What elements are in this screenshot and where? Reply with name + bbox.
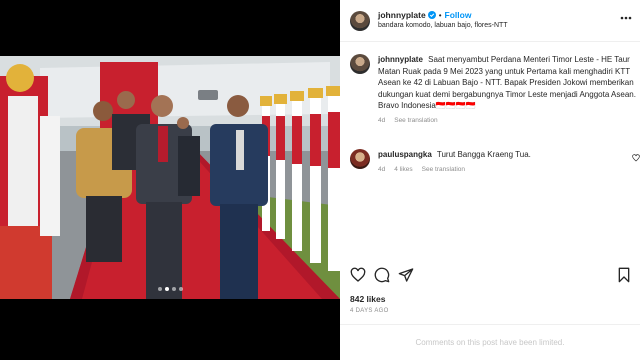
carousel-dot[interactable] xyxy=(164,287,169,291)
comment-like-heart-icon[interactable] xyxy=(632,154,640,162)
post-timestamp[interactable]: 4 DAYS AGO xyxy=(350,308,389,314)
caption-text: johnnyplate Saat menyambut Perdana Mente… xyxy=(378,54,640,112)
follow-button[interactable]: Follow xyxy=(445,10,472,21)
photo-illustration xyxy=(0,56,340,299)
like-heart-icon[interactable] xyxy=(350,267,366,283)
caption-meta: 4d See translation xyxy=(378,117,640,124)
post-side-panel: johnnyplate • Follow bandara komodo, lab… xyxy=(340,0,640,360)
post-photo[interactable] xyxy=(0,56,340,299)
commenter-username[interactable]: pauluspangka xyxy=(378,150,432,159)
carousel-dot[interactable] xyxy=(171,287,176,291)
author-username[interactable]: johnnyplate xyxy=(378,10,426,21)
share-plane-icon[interactable] xyxy=(398,267,414,283)
post-location[interactable]: bandara komodo, labuan bajo, flores-NTT xyxy=(378,22,508,30)
more-options-icon[interactable] xyxy=(620,16,632,20)
media-pane xyxy=(0,0,340,360)
likes-count[interactable]: 842 likes xyxy=(350,294,385,304)
author-avatar[interactable] xyxy=(350,10,370,31)
comments-limited-notice: Comments on this post have been limited. xyxy=(340,324,640,360)
caption-author-avatar[interactable] xyxy=(350,54,370,74)
verified-badge-icon xyxy=(427,11,436,20)
comment-text: pauluspangka Turut Bangga Kraeng Tua. xyxy=(378,149,640,161)
caption-username[interactable]: johnnyplate xyxy=(378,55,423,64)
caption-comment: johnnyplate Saat menyambut Perdana Mente… xyxy=(340,54,640,124)
comment-translate-link[interactable]: See translation xyxy=(422,166,465,173)
commenter-avatar[interactable] xyxy=(350,149,370,169)
carousel-dot[interactable] xyxy=(157,287,162,291)
post-header: johnnyplate • Follow bandara komodo, lab… xyxy=(340,0,640,42)
comment-likes[interactable]: 4 likes xyxy=(394,166,412,173)
save-bookmark-icon[interactable] xyxy=(616,267,632,283)
author-info: johnnyplate • Follow bandara komodo, lab… xyxy=(378,10,508,31)
comment-bubble-icon[interactable] xyxy=(374,267,390,283)
caption-age[interactable]: 4d xyxy=(378,117,385,124)
comment-body: Turut Bangga Kraeng Tua. xyxy=(436,150,531,159)
carousel-dot[interactable] xyxy=(178,287,183,291)
carousel-dots[interactable] xyxy=(0,287,340,291)
separator: • xyxy=(438,10,442,20)
caption-translate-link[interactable]: See translation xyxy=(394,117,437,124)
comment-item: pauluspangka Turut Bangga Kraeng Tua. 4d… xyxy=(340,149,640,173)
post-actions-bar xyxy=(350,267,632,287)
comment-age[interactable]: 4d xyxy=(378,166,385,173)
comment-meta: 4d 4 likes See translation xyxy=(378,166,640,173)
